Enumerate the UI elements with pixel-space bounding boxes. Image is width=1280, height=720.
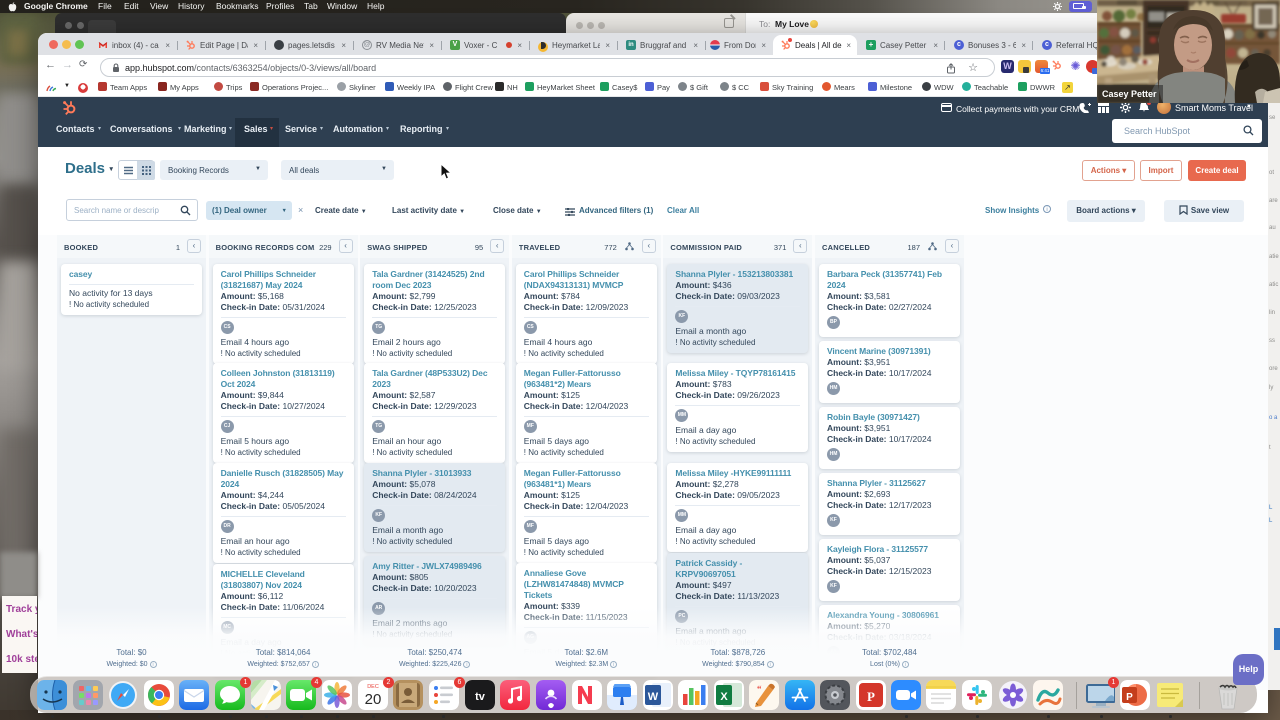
svg-text:X: X bbox=[720, 691, 728, 703]
svg-text:P: P bbox=[867, 689, 875, 704]
svg-text:P: P bbox=[1126, 692, 1133, 703]
svg-text:“: “ bbox=[757, 684, 762, 694]
svg-text:tv: tv bbox=[475, 691, 486, 703]
svg-text:DEC: DEC bbox=[367, 684, 379, 690]
svg-text:W: W bbox=[648, 691, 659, 703]
svg-text:20: 20 bbox=[365, 691, 382, 708]
